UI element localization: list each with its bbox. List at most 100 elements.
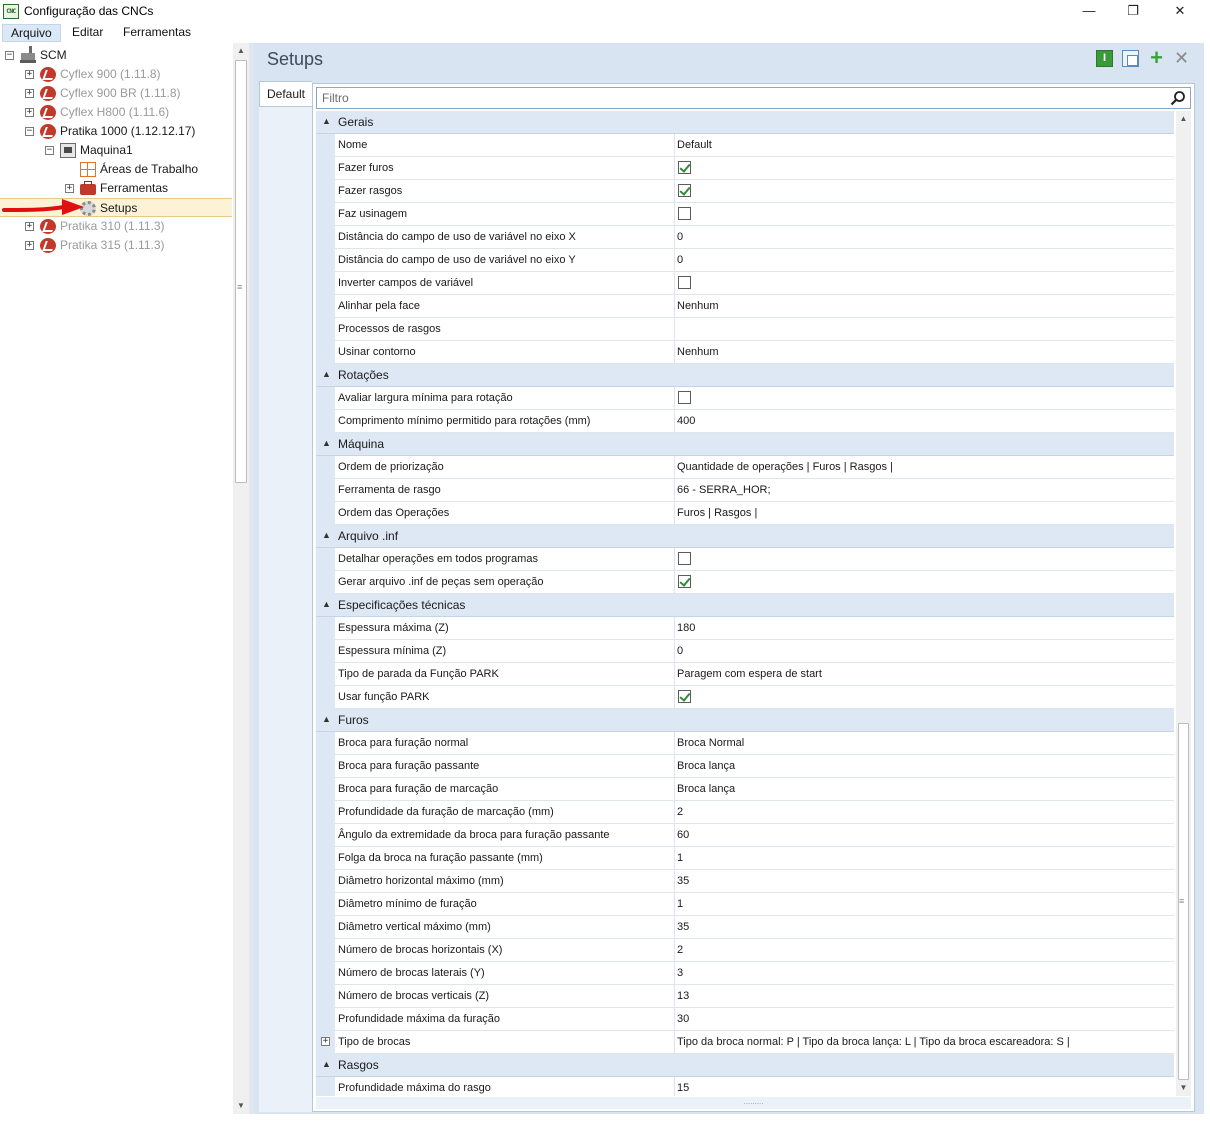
column-divider[interactable] [674,341,675,364]
collapse-icon[interactable]: ▲ [322,1057,332,1071]
column-divider[interactable] [674,1008,675,1031]
property-row[interactable]: Nome Default [316,134,1174,157]
collapse-icon[interactable]: ▲ [322,436,332,450]
column-divider[interactable] [674,801,675,824]
property-value[interactable]: Broca lança [677,760,735,772]
property-row[interactable]: Ferramenta de rasgo 66 - SERRA_HOR; [316,479,1174,502]
property-row[interactable]: Profundidade da furação de marcação (mm)… [316,801,1174,824]
column-divider[interactable] [674,847,675,870]
property-row[interactable]: Comprimento mínimo permitido para rotaçõ… [316,410,1174,433]
property-row[interactable]: Número de brocas verticais (Z) 13 [316,985,1174,1008]
grid-scrollbar[interactable]: ▲ ≡ ▼ [1176,111,1191,1096]
property-row[interactable]: Distância do campo de uso de variável no… [316,226,1174,249]
tab-default[interactable]: Default [259,81,312,107]
copy-icon[interactable] [1122,50,1139,67]
property-value[interactable]: Furos | Rasgos | [677,507,757,519]
column-divider[interactable] [674,226,675,249]
category-header[interactable]: ▲ Arquivo .inf [316,525,1174,548]
property-checkbox[interactable] [678,276,691,289]
property-value[interactable]: 0 [677,231,683,243]
category-header[interactable]: ▲ Máquina [316,433,1174,456]
property-row[interactable]: Usar função PARK [316,686,1174,709]
column-divider[interactable] [674,824,675,847]
property-row[interactable]: Profundidade máxima do rasgo 15 [316,1077,1174,1096]
property-row[interactable]: Diâmetro vertical máximo (mm) 35 [316,916,1174,939]
property-value[interactable]: 60 [677,829,689,841]
property-value[interactable]: 400 [677,415,695,427]
property-value[interactable]: Default [677,139,712,151]
column-divider[interactable] [674,870,675,893]
column-divider[interactable] [674,778,675,801]
column-divider[interactable] [674,387,675,410]
menu-ferramentas[interactable]: Ferramentas [115,24,199,42]
property-row[interactable]: Avaliar largura mínima para rotação [316,387,1174,410]
scroll-up-arrow-icon[interactable]: ▲ [233,43,249,59]
property-row[interactable]: Gerar arquivo .inf de peças sem operação [316,571,1174,594]
property-value[interactable]: 0 [677,645,683,657]
property-row[interactable]: Profundidade máxima da furação 30 [316,1008,1174,1031]
column-divider[interactable] [674,479,675,502]
category-header[interactable]: ▲ Rasgos [316,1054,1174,1077]
property-checkbox[interactable] [678,575,691,588]
collapse-icon[interactable]: − [5,51,14,60]
tree-scrollbar[interactable]: ▲ ≡ ▼ [233,43,249,1114]
property-value[interactable]: 2 [677,944,683,956]
property-row[interactable]: Processos de rasgos [316,318,1174,341]
property-row[interactable]: Broca para furação normal Broca Normal [316,732,1174,755]
property-value[interactable]: 35 [677,875,689,887]
property-value[interactable]: Quantidade de operações | Furos | Rasgos… [677,461,893,473]
property-row[interactable]: Folga da broca na furação passante (mm) 1 [316,847,1174,870]
property-value[interactable]: 1 [677,852,683,864]
column-divider[interactable] [674,663,675,686]
column-divider[interactable] [674,916,675,939]
property-row[interactable]: Número de brocas horizontais (X) 2 [316,939,1174,962]
property-row[interactable]: Fazer rasgos [316,180,1174,203]
tree-scroll-thumb[interactable] [235,60,247,483]
property-row[interactable]: Tipo de parada da Função PARK Paragem com… [316,663,1174,686]
collapse-icon[interactable]: ▲ [322,367,332,381]
column-divider[interactable] [674,1077,675,1096]
column-divider[interactable] [674,157,675,180]
info-button[interactable]: I [1096,50,1113,67]
property-value[interactable]: 2 [677,806,683,818]
property-row[interactable]: Inverter campos de variável [316,272,1174,295]
property-row[interactable]: Espessura máxima (Z) 180 [316,617,1174,640]
property-value[interactable]: 0 [677,254,683,266]
property-value[interactable]: Broca lança [677,783,735,795]
column-divider[interactable] [674,755,675,778]
property-value[interactable]: Tipo da broca normal: P | Tipo da broca … [677,1036,1070,1048]
property-checkbox[interactable] [678,552,691,565]
property-checkbox[interactable] [678,690,691,703]
property-row[interactable]: Faz usinagem [316,203,1174,226]
column-divider[interactable] [674,732,675,755]
scroll-down-arrow-icon[interactable]: ▼ [1176,1080,1191,1096]
column-divider[interactable] [674,318,675,341]
column-divider[interactable] [674,617,675,640]
property-value[interactable]: 30 [677,1013,689,1025]
close-button[interactable]: ✕ [1157,0,1203,23]
filter-input[interactable]: Filtro [316,87,1191,109]
column-divider[interactable] [674,985,675,1008]
column-divider[interactable] [674,548,675,571]
menu-arquivo[interactable]: Arquivo [2,24,61,42]
column-divider[interactable] [674,962,675,985]
expand-icon[interactable]: + [25,70,34,79]
resize-grip[interactable]: ......... [316,1097,1191,1109]
minimize-button[interactable]: — [1066,0,1112,23]
column-divider[interactable] [674,939,675,962]
property-row[interactable]: Diâmetro horizontal máximo (mm) 35 [316,870,1174,893]
scroll-down-arrow-icon[interactable]: ▼ [233,1098,249,1114]
column-divider[interactable] [674,249,675,272]
expand-icon[interactable]: + [25,222,34,231]
expand-icon[interactable]: + [65,184,74,193]
property-value[interactable]: Nenhum [677,346,719,358]
category-header[interactable]: ▲ Rotações [316,364,1174,387]
category-header[interactable]: ▲ Especificações técnicas [316,594,1174,617]
property-row[interactable]: Detalhar operações em todos programas [316,548,1174,571]
property-value[interactable]: 1 [677,898,683,910]
menu-editar[interactable]: Editar [64,24,111,42]
property-row[interactable]: Broca para furação passante Broca lança [316,755,1174,778]
property-checkbox[interactable] [678,207,691,220]
column-divider[interactable] [674,686,675,709]
collapse-icon[interactable]: − [45,146,54,155]
